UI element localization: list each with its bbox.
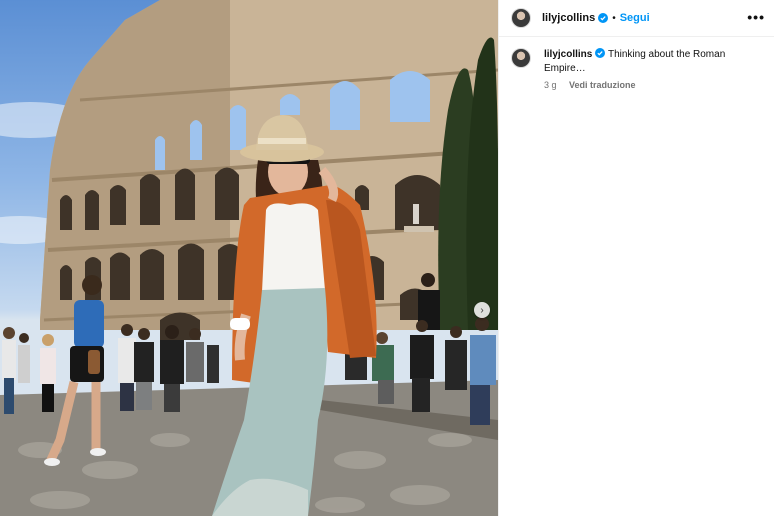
see-translation-link[interactable]: Vedi traduzione xyxy=(569,80,636,90)
separator-dot: • xyxy=(612,12,616,24)
post-side-panel: lilyjcollins • Segui ••• lilyjcollins Th… xyxy=(498,0,774,516)
header-username[interactable]: lilyjcollins xyxy=(542,12,595,24)
next-arrow-icon[interactable]: › xyxy=(474,302,490,318)
caption-username[interactable]: lilyjcollins xyxy=(544,49,592,60)
caption-comment: lilyjcollins Thinking about the Roman Em… xyxy=(511,48,767,92)
post-photo[interactable]: › xyxy=(0,0,498,516)
post-time: 3 g xyxy=(544,80,557,90)
verified-icon xyxy=(598,13,609,23)
avatar[interactable] xyxy=(511,48,531,68)
colosseum-photo xyxy=(0,0,498,516)
post-header: lilyjcollins • Segui ••• xyxy=(499,0,774,37)
follow-button[interactable]: Segui xyxy=(620,12,650,24)
avatar[interactable] xyxy=(511,8,531,28)
verified-icon xyxy=(595,48,606,58)
more-options-icon[interactable]: ••• xyxy=(747,9,765,25)
